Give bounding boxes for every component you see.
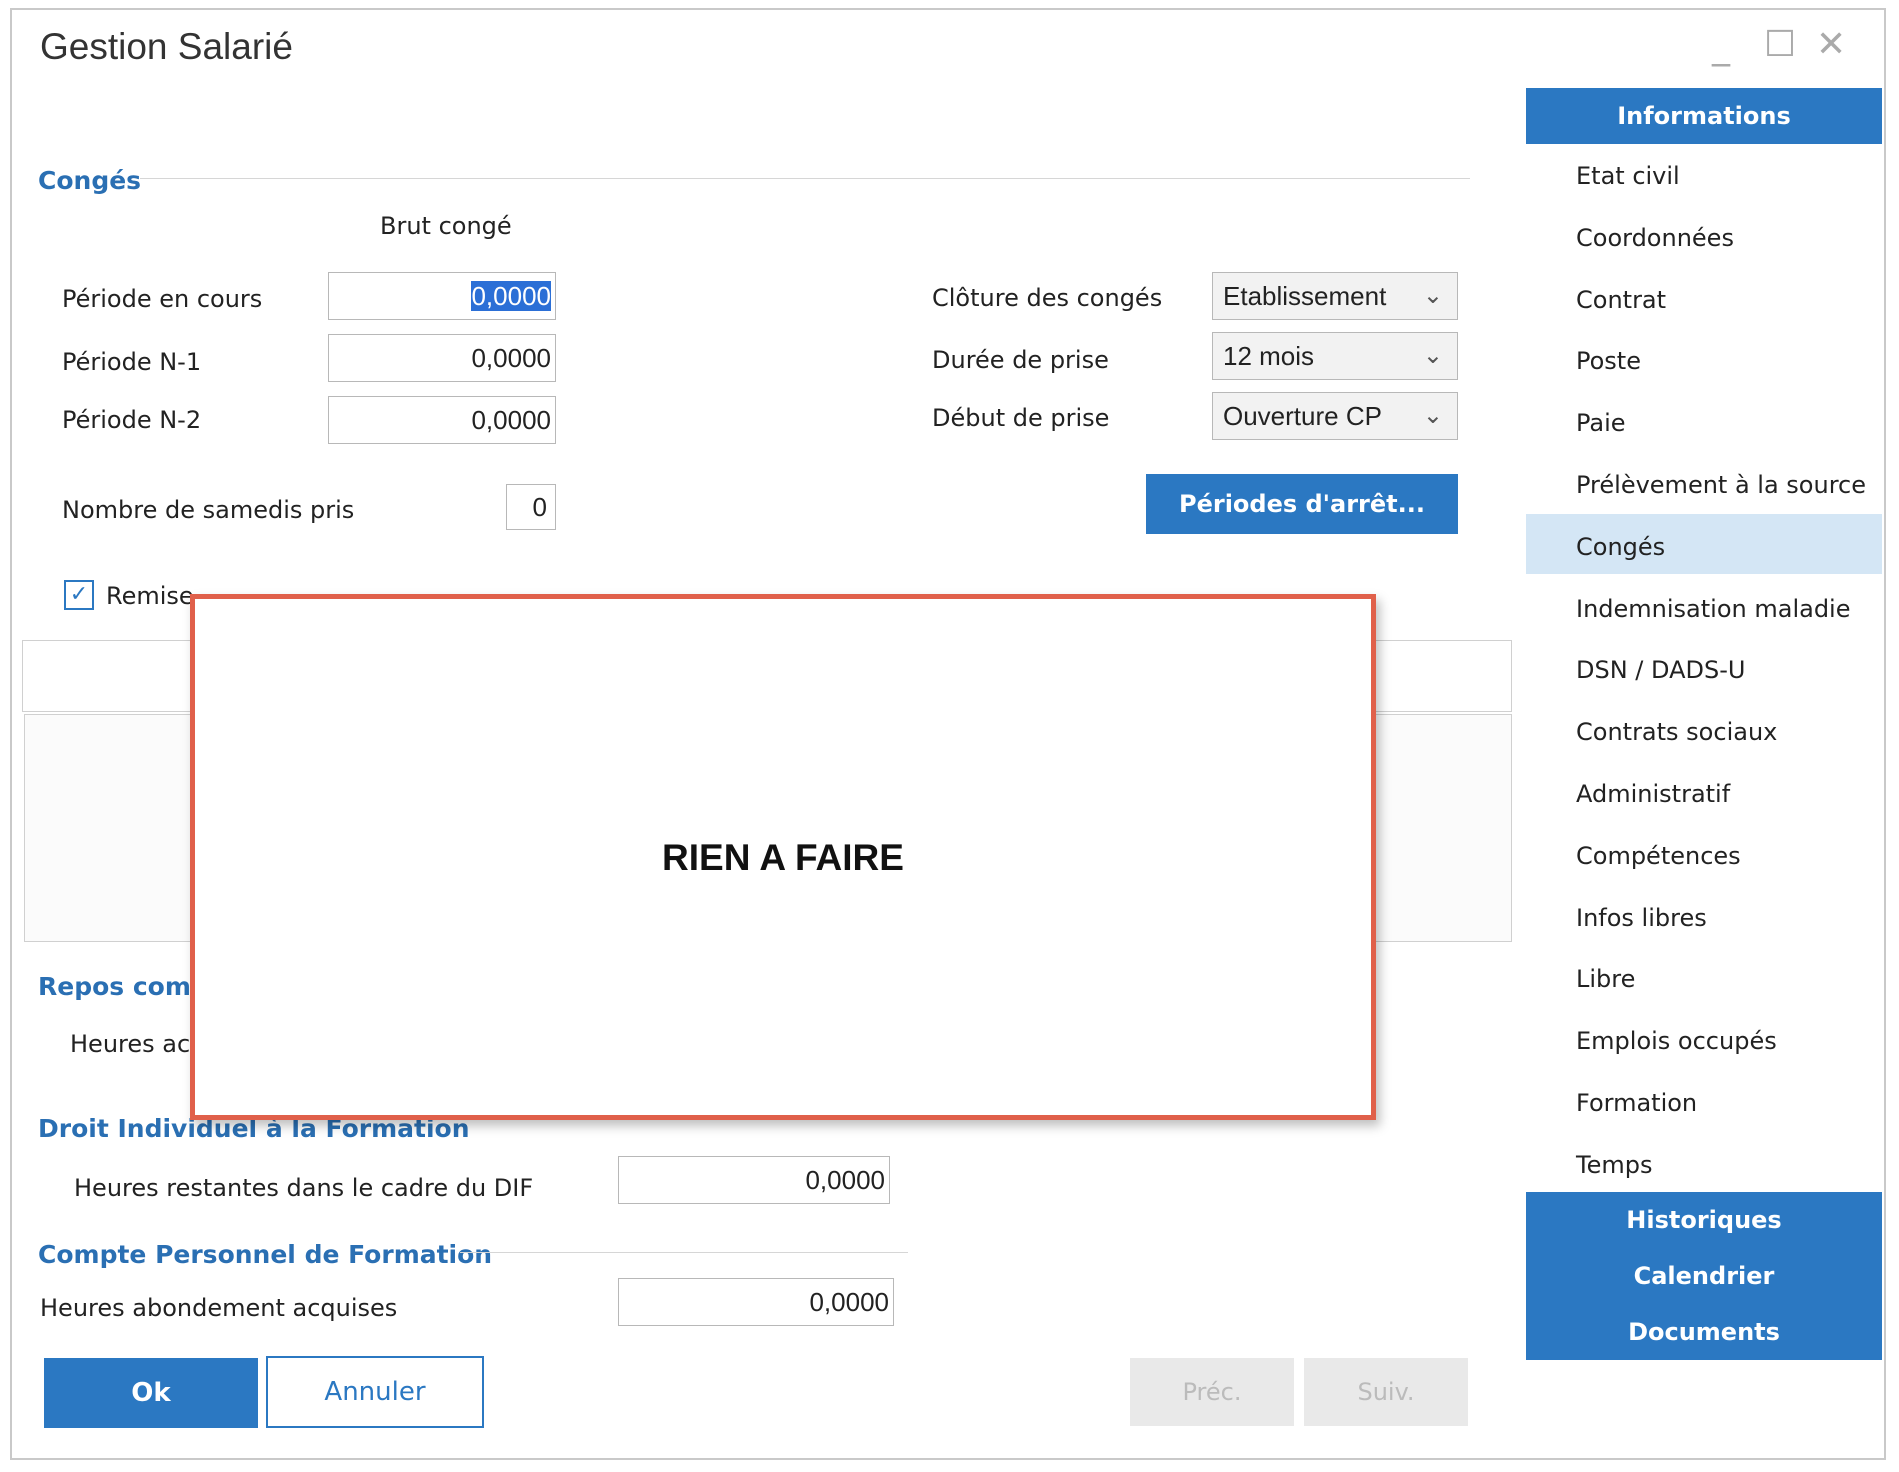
periode-n1-label: Période N-1: [62, 348, 202, 376]
dif-heures-label: Heures restantes dans le cadre du DIF: [74, 1174, 534, 1202]
conges-divider: [140, 178, 1470, 179]
sidebar-item-paie[interactable]: Paie: [1576, 409, 1626, 437]
dif-heures-input[interactable]: 0,0000: [618, 1156, 890, 1204]
sidebar-item-contrats-sociaux[interactable]: Contrats sociaux: [1576, 718, 1777, 746]
duree-value: 12 mois: [1223, 341, 1315, 371]
prec-button[interactable]: Préc.: [1130, 1358, 1294, 1426]
sidebar-item-prelevement-a-la-source[interactable]: Prélèvement à la source: [1576, 471, 1866, 499]
sidebar-item-indemnisation-maladie[interactable]: Indemnisation maladie: [1576, 595, 1851, 623]
samedis-input[interactable]: 0: [506, 484, 556, 530]
samedis-label: Nombre de samedis pris: [62, 496, 355, 524]
window-title: Gestion Salarié: [40, 26, 293, 67]
debut-label: Début de prise: [932, 404, 1110, 432]
chevron-down-icon: ⌄: [1422, 282, 1443, 309]
duree-select[interactable]: 12 mois ⌄: [1212, 332, 1458, 380]
cpf-section-title: Compte Personnel de Formation: [38, 1240, 493, 1269]
suiv-button[interactable]: Suiv.: [1304, 1358, 1468, 1426]
sidebar-footer: Historiques Calendrier Documents: [1526, 1192, 1882, 1360]
ok-button[interactable]: Ok: [44, 1358, 258, 1428]
cloture-value: Etablissement: [1223, 281, 1387, 311]
brut-conge-header: Brut congé: [380, 212, 512, 240]
sidebar-item-formation[interactable]: Formation: [1576, 1089, 1697, 1117]
sidebar-item-dsn-dads-u[interactable]: DSN / DADS-U: [1576, 656, 1745, 684]
debut-select[interactable]: Ouverture CP ⌄: [1212, 392, 1458, 440]
periode-n1-input[interactable]: 0,0000: [328, 334, 556, 382]
close-icon[interactable]: ✕: [1816, 24, 1846, 65]
annuler-button[interactable]: Annuler: [266, 1356, 484, 1428]
repos-section-title: Repos comp: [38, 972, 209, 1001]
cpf-divider: [460, 1252, 908, 1253]
debut-value: Ouverture CP: [1223, 401, 1382, 431]
minimize-icon[interactable]: _: [1712, 26, 1730, 67]
sidebar-informations-header[interactable]: Informations: [1526, 88, 1882, 144]
chevron-down-icon: ⌄: [1422, 342, 1443, 369]
periode-en-cours-label: Période en cours: [62, 285, 263, 313]
sidebar-item-competences[interactable]: Compétences: [1576, 842, 1741, 870]
cpf-heures-label: Heures abondement acquises: [40, 1294, 398, 1322]
cloture-select[interactable]: Etablissement ⌄: [1212, 272, 1458, 320]
sidebar-calendrier-link[interactable]: Calendrier: [1526, 1248, 1882, 1304]
remise-checkbox[interactable]: ✓: [64, 580, 94, 610]
periode-n2-input[interactable]: 0,0000: [328, 396, 556, 444]
sidebar-item-poste[interactable]: Poste: [1576, 347, 1641, 375]
sidebar-item-contrat[interactable]: Contrat: [1576, 286, 1666, 314]
periode-en-cours-value: 0,0000: [471, 281, 551, 311]
periode-en-cours-input[interactable]: 0,0000: [328, 272, 556, 320]
duree-label: Durée de prise: [932, 346, 1109, 374]
cloture-label: Clôture des congés: [932, 284, 1163, 312]
sidebar-item-coordonnees[interactable]: Coordonnées: [1576, 224, 1734, 252]
remise-label: Remise: [106, 582, 194, 610]
conges-section-title: Congés: [38, 166, 142, 195]
overlay-box: RIEN A FAIRE: [190, 594, 1376, 1120]
maximize-icon[interactable]: ☐: [1764, 24, 1796, 65]
overlay-text: RIEN A FAIRE: [662, 837, 904, 878]
sidebar-documents-link[interactable]: Documents: [1526, 1304, 1882, 1360]
repos-heures-label: Heures ac: [70, 1030, 191, 1058]
cpf-heures-input[interactable]: 0,0000: [618, 1278, 894, 1326]
sidebar-historiques-link[interactable]: Historiques: [1526, 1192, 1882, 1248]
periode-n2-label: Période N-2: [62, 406, 202, 434]
sidebar-item-conges[interactable]: Congés: [1576, 533, 1665, 561]
sidebar-item-infos-libres[interactable]: Infos libres: [1576, 904, 1707, 932]
sidebar-item-administratif[interactable]: Administratif: [1576, 780, 1730, 808]
sidebar: Informations Etat civil Coordonnées Contra…: [1526, 88, 1882, 1360]
sidebar-item-emplois-occupes[interactable]: Emplois occupés: [1576, 1027, 1777, 1055]
chevron-down-icon: ⌄: [1422, 402, 1443, 429]
sidebar-item-temps[interactable]: Temps: [1576, 1151, 1652, 1179]
sidebar-item-etat-civil[interactable]: Etat civil: [1576, 162, 1680, 190]
periodes-arret-button[interactable]: Périodes d'arrêt...: [1146, 474, 1458, 534]
sidebar-item-libre[interactable]: Libre: [1576, 965, 1635, 993]
